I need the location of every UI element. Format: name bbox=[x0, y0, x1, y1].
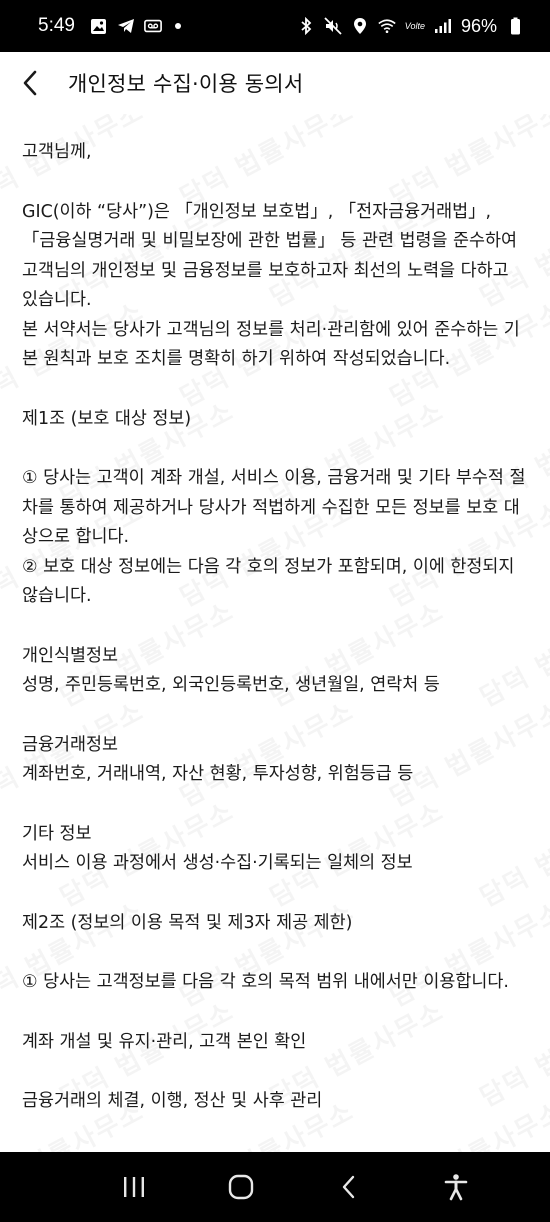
app-header: 개인정보 수집·이용 동의서 bbox=[0, 52, 550, 114]
telegram-icon bbox=[117, 17, 135, 35]
home-button[interactable] bbox=[219, 1165, 263, 1209]
chevron-left-icon bbox=[23, 70, 37, 96]
article-2-paragraph-1: ① 당사는 고객정보를 다음 각 호의 목적 범위 내에서만 이용합니다. bbox=[22, 972, 509, 992]
category-2-items: 계좌번호, 거래내역, 자산 현황, 투자성향, 위험등급 등 bbox=[22, 764, 414, 784]
article-1-paragraph-2: ② 보호 대상 정보에는 다음 각 호의 정보가 포함되며, 이에 한정되지 않… bbox=[22, 556, 515, 607]
home-icon bbox=[229, 1174, 254, 1200]
status-bar: 5:49 Volte 96% bbox=[0, 0, 550, 52]
status-left: 5:49 bbox=[38, 15, 181, 37]
page-title: 개인정보 수집·이용 동의서 bbox=[68, 72, 304, 96]
category-2-title: 금융거래정보 bbox=[22, 734, 118, 755]
article-1-title: 제1조 (보호 대상 정보) bbox=[22, 408, 192, 429]
recents-button[interactable] bbox=[112, 1165, 156, 1209]
purpose-item-1: 계좌 개설 및 유지·관리, 고객 본인 확인 bbox=[22, 1031, 307, 1052]
voicemail-icon bbox=[144, 17, 162, 35]
intro-paragraph-2: 본 서약서는 당사가 고객님의 정보를 처리·관리함에 있어 준수하는 기본 원… bbox=[22, 319, 520, 370]
accessibility-icon bbox=[444, 1174, 468, 1201]
navigation-bar bbox=[0, 1152, 550, 1222]
status-time: 5:49 bbox=[38, 15, 75, 36]
battery-percent: 96% bbox=[460, 15, 497, 36]
document-content[interactable]: 담덕 법률사무소담덕 법률사무소담덕 법률사무소담덕 법률사무소담덕 법률사무소… bbox=[0, 114, 550, 1152]
article-2-title: 제2조 (정보의 이용 목적 및 제3자 제공 제한) bbox=[22, 912, 353, 933]
volte-label: Volte bbox=[404, 20, 425, 31]
back-nav-button[interactable] bbox=[327, 1165, 371, 1209]
category-1-items: 성명, 주민등록번호, 외국인등록번호, 생년월일, 연락처 등 bbox=[22, 675, 440, 695]
signal-icon bbox=[434, 17, 452, 35]
wifi-icon bbox=[378, 17, 396, 35]
document-body: 고객님께, GIC(이하 “당사”)은 「개인정보 보호법」, 「전자금융거래법… bbox=[0, 114, 550, 1117]
article-1-paragraph-1: ① 당사는 고객이 계좌 개설, 서비스 이용, 금융거래 및 기타 부수적 절… bbox=[22, 468, 526, 547]
category-3-items: 서비스 이용 과정에서 생성·수집·기록되는 일체의 정보 bbox=[22, 853, 413, 873]
back-icon bbox=[342, 1175, 354, 1199]
intro-paragraph-1: GIC(이하 “당사”)은 「개인정보 보호법」, 「전자금융거래법」, 「금융… bbox=[22, 201, 517, 311]
dot-icon bbox=[174, 23, 181, 29]
category-3-title: 기타 정보 bbox=[22, 823, 92, 844]
location-icon bbox=[351, 17, 369, 35]
bluetooth-icon bbox=[297, 17, 315, 35]
recents-icon bbox=[123, 1177, 144, 1197]
gallery-icon bbox=[90, 17, 108, 35]
category-1-title: 개인식별정보 bbox=[22, 645, 118, 666]
mute-icon bbox=[324, 17, 342, 35]
status-right: Volte 96% bbox=[297, 16, 524, 37]
back-button[interactable] bbox=[14, 65, 46, 101]
purpose-item-2: 금융거래의 체결, 이행, 정산 및 사후 관리 bbox=[22, 1091, 323, 1111]
greeting: 고객님께, bbox=[22, 142, 92, 162]
battery-icon bbox=[506, 17, 524, 35]
accessibility-button[interactable] bbox=[434, 1165, 478, 1209]
